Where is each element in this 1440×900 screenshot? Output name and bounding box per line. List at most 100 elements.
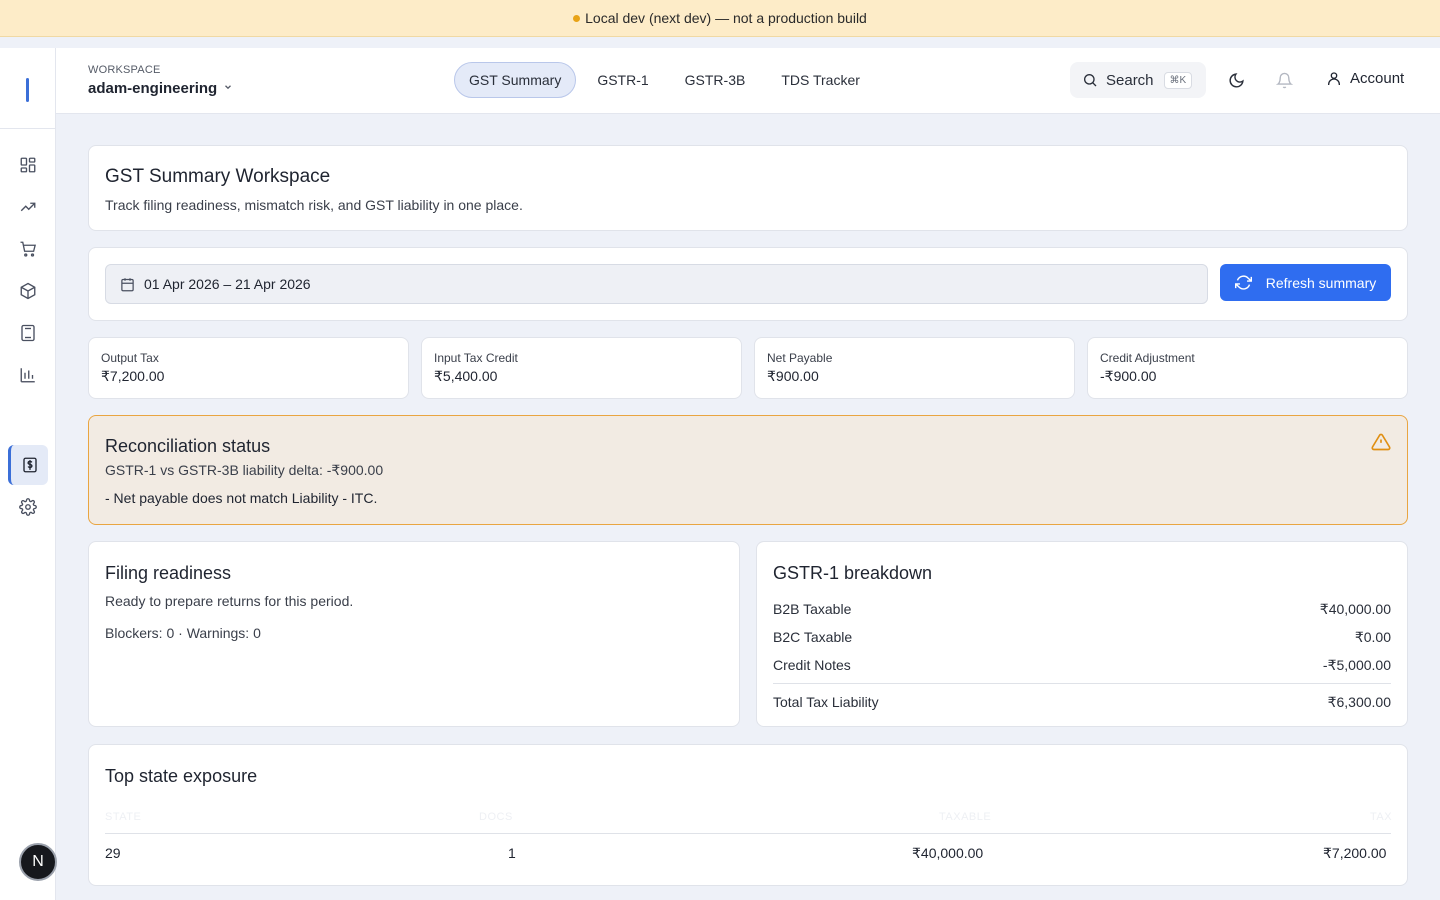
- dev-banner: Local dev (next dev) — not a production …: [0, 0, 1440, 37]
- sidebar-item-accounting[interactable]: [12, 317, 44, 349]
- state-exposure-card: Top state exposure STATE DOCS TAXABLE TA…: [88, 744, 1408, 886]
- breakdown-row: B2B Taxable ₹40,000.00: [773, 601, 1391, 618]
- workspace-name: adam-engineering: [88, 80, 218, 97]
- search-shortcut: ⌘K: [1163, 71, 1193, 89]
- calculator-icon: [21, 324, 35, 342]
- account-button[interactable]: Account: [1326, 70, 1404, 87]
- sidebar-item-inventory[interactable]: [12, 275, 44, 307]
- grid-icon: [20, 157, 36, 173]
- tab-gst-summary[interactable]: GST Summary: [454, 62, 577, 98]
- sidebar-item-reports[interactable]: [12, 359, 44, 391]
- reconciliation-delta: GSTR-1 vs GSTR-3B liability delta: -₹900…: [105, 462, 384, 478]
- state-exposure-title: Top state exposure: [105, 766, 258, 786]
- page-title: GST Summary Workspace: [105, 166, 331, 187]
- brand-logo[interactable]: [26, 78, 29, 102]
- breakdown-total-row: Total Tax Liability ₹6,300.00: [773, 694, 1391, 711]
- breakdown-total-label: Total Tax Liability: [773, 694, 879, 710]
- date-range-picker[interactable]: 01 Apr 2026 – 21 Apr 2026: [105, 264, 1208, 304]
- page-subtitle: Track filing readiness, mismatch risk, a…: [105, 197, 523, 213]
- cell-state: 29: [105, 845, 121, 861]
- chevron-down-icon: [223, 82, 233, 95]
- metric-value: ₹5,400.00: [434, 368, 498, 384]
- gstr1-breakdown-card: GSTR-1 breakdown B2B Taxable ₹40,000.00 …: [756, 541, 1408, 727]
- breakdown-value: -₹5,000.00: [1322, 657, 1391, 673]
- breakdown-row: B2C Taxable ₹0.00: [773, 629, 1391, 646]
- cart-icon: [20, 241, 36, 257]
- sidebar-item-analytics[interactable]: [12, 191, 44, 223]
- refresh-summary-button[interactable]: Refresh summary: [1220, 264, 1391, 301]
- reconciliation-title: Reconciliation status: [105, 436, 271, 456]
- intro-card: GST Summary Workspace Track filing readi…: [88, 145, 1408, 231]
- search-icon: [1084, 74, 1097, 87]
- filing-readiness-status: Ready to prepare returns for this period…: [105, 593, 354, 609]
- breakdown-label: B2C Taxable: [773, 629, 853, 645]
- calendar-icon: [121, 277, 134, 291]
- filing-readiness-counts: Blockers: 0 · Warnings: 0: [105, 625, 261, 641]
- receipt-dollar-icon: [22, 457, 37, 473]
- gear-icon: [19, 498, 37, 516]
- trending-up-icon: [20, 202, 36, 212]
- sidebar-item-sales[interactable]: [12, 233, 44, 265]
- breakdown-row: Credit Notes -₹5,000.00: [773, 657, 1391, 674]
- table-header-divider: [105, 833, 1391, 834]
- search-button[interactable]: Search ⌘K: [1070, 62, 1206, 98]
- workspace-switcher[interactable]: adam-engineering: [88, 80, 233, 97]
- column-header-docs: DOCS: [479, 811, 513, 823]
- gstr1-breakdown-title: GSTR-1 breakdown: [773, 563, 933, 583]
- filing-readiness-title: Filing readiness: [105, 563, 232, 583]
- metric-label: Net Payable: [767, 351, 833, 365]
- cell-docs: 1: [508, 845, 516, 861]
- dev-banner-text: Local dev (next dev) — not a production …: [585, 10, 867, 26]
- column-header-tax: TAX: [1370, 811, 1393, 823]
- sidebar-divider: [0, 128, 56, 129]
- top-bar: WORKSPACE adam-engineering GST Summary G…: [56, 48, 1440, 114]
- refresh-summary-label: Refresh summary: [1265, 274, 1377, 291]
- workspace-label: WORKSPACE: [88, 64, 161, 76]
- search-label: Search: [1106, 71, 1154, 89]
- filing-readiness-card: Filing readiness Ready to prepare return…: [88, 541, 740, 727]
- avatar-letter: N: [32, 853, 44, 870]
- metric-label: Credit Adjustment: [1100, 351, 1195, 365]
- metric-net-payable: Net Payable ₹900.00: [754, 337, 1075, 399]
- theme-toggle-button[interactable]: [1226, 70, 1246, 90]
- sidebar-item-dashboard[interactable]: [12, 149, 44, 181]
- metric-output-tax: Output Tax ₹7,200.00: [88, 337, 409, 399]
- breakdown-value: ₹40,000.00: [1319, 601, 1391, 617]
- column-header-state: STATE: [105, 811, 142, 823]
- warning-triangle-icon: [1371, 433, 1391, 451]
- metric-value: ₹7,200.00: [101, 368, 165, 384]
- reconciliation-alert: Reconciliation status GSTR-1 vs GSTR-3B …: [88, 415, 1408, 525]
- date-range-value: 01 Apr 2026 – 21 Apr 2026: [144, 276, 311, 292]
- account-label: Account: [1350, 70, 1405, 87]
- metric-label: Input Tax Credit: [434, 351, 518, 365]
- tab-gstr-1[interactable]: GSTR-1: [582, 62, 663, 98]
- column-header-taxable: TAXABLE: [939, 811, 992, 823]
- metric-credit-adjustment: Credit Adjustment -₹900.00: [1087, 337, 1408, 399]
- tab-tds-tracker[interactable]: TDS Tracker: [766, 62, 875, 98]
- sidebar-item-gst[interactable]: [8, 445, 48, 485]
- package-icon: [20, 282, 36, 300]
- breakdown-total-value: ₹6,300.00: [1327, 694, 1391, 710]
- sidebar: [0, 48, 56, 900]
- breakdown-value: ₹0.00: [1354, 629, 1391, 645]
- reconciliation-issue: - Net payable does not match Liability -…: [105, 490, 378, 506]
- breakdown-label: B2B Taxable: [773, 601, 852, 617]
- avatar[interactable]: N: [19, 843, 57, 881]
- notifications-button[interactable]: [1274, 70, 1294, 90]
- tab-gstr-3b[interactable]: GSTR-3B: [670, 62, 761, 98]
- metric-value: ₹900.00: [767, 368, 819, 384]
- metric-label: Output Tax: [101, 351, 159, 365]
- user-icon: [1328, 71, 1340, 85]
- bell-icon: [1275, 72, 1293, 88]
- top-tabs: GST Summary GSTR-1 GSTR-3B TDS Tracker: [454, 62, 875, 98]
- refresh-icon: [1234, 275, 1252, 290]
- bar-chart-icon: [20, 368, 35, 383]
- metric-input-tax-credit: Input Tax Credit ₹5,400.00: [421, 337, 742, 399]
- sidebar-item-settings[interactable]: [12, 491, 44, 523]
- cell-tax: ₹7,200.00: [1323, 845, 1387, 861]
- moon-icon: [1229, 72, 1244, 87]
- metric-value: -₹900.00: [1100, 368, 1157, 384]
- breakdown-divider: [773, 683, 1391, 684]
- cell-taxable: ₹40,000.00: [912, 845, 984, 861]
- status-dot-icon: [573, 14, 581, 22]
